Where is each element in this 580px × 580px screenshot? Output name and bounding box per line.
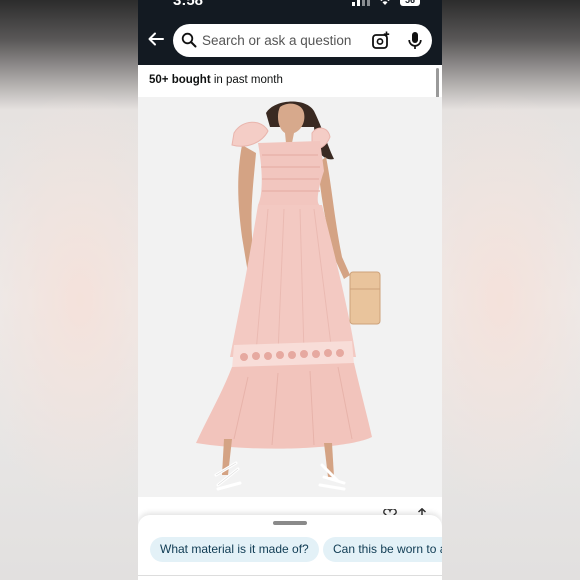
suggestion-chip-occasion[interactable]: Can this be worn to a	[323, 537, 442, 562]
purchase-stats-row: 50+ bought in past month	[138, 65, 442, 97]
purchase-stats: 50+ bought in past month	[149, 74, 283, 86]
product-image-area[interactable]	[138, 97, 442, 497]
status-icons: 56	[352, 0, 420, 6]
battery-icon: 56	[400, 0, 420, 6]
search-input[interactable]: Search or ask a question	[202, 33, 351, 48]
bought-count: 50+ bought	[149, 74, 211, 86]
product-action-row	[138, 497, 442, 519]
app-header: Search or ask a question	[138, 12, 442, 65]
divider	[138, 575, 442, 576]
search-icon	[181, 32, 197, 48]
product-image[interactable]	[138, 97, 442, 497]
suggestion-chip-material[interactable]: What material is it made of?	[150, 537, 319, 562]
back-arrow-icon[interactable]	[146, 29, 166, 49]
search-bar[interactable]: Search or ask a question	[173, 24, 432, 57]
phone-screen: 3:58 56 Search or ask a question	[138, 0, 442, 580]
wifi-icon	[380, 0, 390, 5]
scrollbar[interactable]	[436, 68, 439, 100]
camera-lens-icon[interactable]	[371, 31, 390, 50]
microphone-icon[interactable]	[406, 31, 424, 50]
status-bar: 3:58 56	[138, 0, 442, 12]
signal-icon	[352, 0, 370, 6]
bought-period: in past month	[210, 74, 283, 86]
status-time: 3:58	[173, 0, 204, 9]
sheet-drag-handle[interactable]	[273, 521, 307, 525]
suggestion-sheet: What material is it made of? Can this be…	[138, 515, 442, 580]
